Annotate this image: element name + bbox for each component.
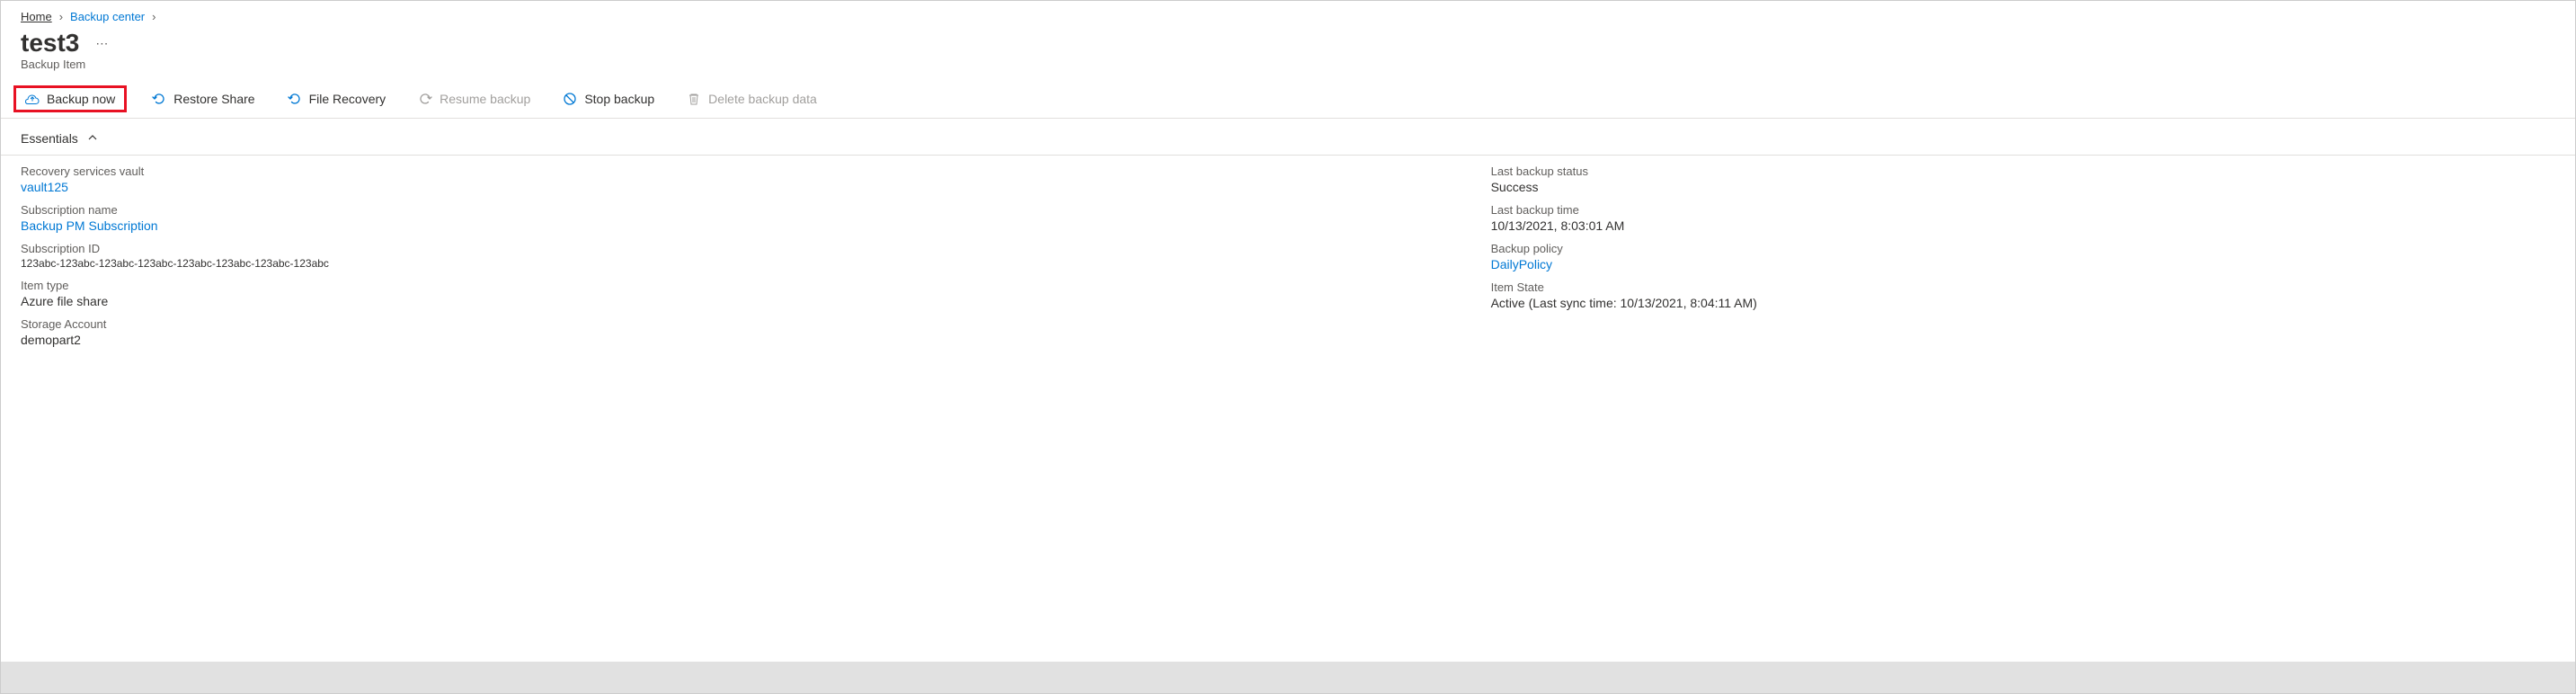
- restore-share-label: Restore Share: [173, 92, 254, 106]
- subscription-name-value[interactable]: Backup PM Subscription: [21, 218, 1491, 233]
- kv-last-backup-status: Last backup status Success: [1491, 165, 2555, 194]
- delete-backup-data-label: Delete backup data: [708, 92, 817, 106]
- delete-backup-data-button: Delete backup data: [680, 88, 824, 110]
- delete-icon: [687, 92, 701, 106]
- page-title: test3: [21, 29, 79, 58]
- essentials-label: Essentials: [21, 131, 78, 146]
- kv-last-backup-time: Last backup time 10/13/2021, 8:03:01 AM: [1491, 203, 2555, 233]
- kv-item-type: Item type Azure file share: [21, 279, 1491, 308]
- item-type-label: Item type: [21, 279, 1491, 292]
- more-actions-icon[interactable]: ⋯: [95, 36, 110, 51]
- breadcrumb: Home › Backup center ›: [1, 1, 2575, 27]
- resume-icon: [418, 92, 432, 106]
- stop-icon: [563, 92, 577, 106]
- resume-backup-button: Resume backup: [411, 88, 537, 110]
- recovery-vault-label: Recovery services vault: [21, 165, 1491, 178]
- kv-item-state: Item State Active (Last sync time: 10/13…: [1491, 280, 2555, 310]
- chevron-up-icon: [87, 131, 98, 146]
- backup-now-label: Backup now: [47, 92, 115, 106]
- backup-policy-value[interactable]: DailyPolicy: [1491, 257, 2555, 271]
- backup-policy-label: Backup policy: [1491, 242, 2555, 255]
- stop-backup-label: Stop backup: [584, 92, 654, 106]
- essentials-left-column: Recovery services vault vault125 Subscri…: [21, 165, 1491, 356]
- backup-now-icon: [25, 92, 40, 106]
- toolbar: Backup now Restore Share File Recovery R…: [1, 80, 2575, 119]
- breadcrumb-backup-center[interactable]: Backup center: [70, 10, 145, 23]
- item-type-value: Azure file share: [21, 294, 1491, 308]
- item-state-label: Item State: [1491, 280, 2555, 294]
- kv-storage-account: Storage Account demopart2: [21, 317, 1491, 347]
- restore-icon: [152, 92, 166, 106]
- file-recovery-button[interactable]: File Recovery: [280, 88, 394, 110]
- storage-account-value: demopart2: [21, 333, 1491, 347]
- bottom-bar: [1, 662, 2575, 693]
- title-row: test3 ⋯: [1, 27, 2575, 58]
- kv-recovery-vault: Recovery services vault vault125: [21, 165, 1491, 194]
- essentials-toggle[interactable]: Essentials: [1, 119, 2575, 156]
- file-recovery-icon: [288, 92, 302, 106]
- storage-account-label: Storage Account: [21, 317, 1491, 331]
- page-subtitle: Backup Item: [1, 58, 2575, 80]
- chevron-right-icon: ›: [59, 10, 63, 23]
- breadcrumb-home[interactable]: Home: [21, 10, 52, 23]
- subscription-id-value: 123abc-123abc-123abc-123abc-123abc-123ab…: [21, 257, 1491, 270]
- restore-share-button[interactable]: Restore Share: [145, 88, 262, 110]
- subscription-id-label: Subscription ID: [21, 242, 1491, 255]
- essentials-body: Recovery services vault vault125 Subscri…: [1, 156, 2575, 374]
- resume-backup-label: Resume backup: [440, 92, 530, 106]
- backup-now-button[interactable]: Backup now: [13, 85, 127, 112]
- last-backup-status-label: Last backup status: [1491, 165, 2555, 178]
- kv-subscription-id: Subscription ID 123abc-123abc-123abc-123…: [21, 242, 1491, 270]
- last-backup-status-value: Success: [1491, 180, 2555, 194]
- last-backup-time-value: 10/13/2021, 8:03:01 AM: [1491, 218, 2555, 233]
- subscription-name-label: Subscription name: [21, 203, 1491, 217]
- file-recovery-label: File Recovery: [309, 92, 386, 106]
- stop-backup-button[interactable]: Stop backup: [555, 88, 662, 110]
- kv-backup-policy: Backup policy DailyPolicy: [1491, 242, 2555, 271]
- recovery-vault-value[interactable]: vault125: [21, 180, 1491, 194]
- last-backup-time-label: Last backup time: [1491, 203, 2555, 217]
- kv-subscription-name: Subscription name Backup PM Subscription: [21, 203, 1491, 233]
- item-state-value: Active (Last sync time: 10/13/2021, 8:04…: [1491, 296, 2555, 310]
- chevron-right-icon: ›: [152, 10, 155, 23]
- essentials-right-column: Last backup status Success Last backup t…: [1491, 165, 2555, 356]
